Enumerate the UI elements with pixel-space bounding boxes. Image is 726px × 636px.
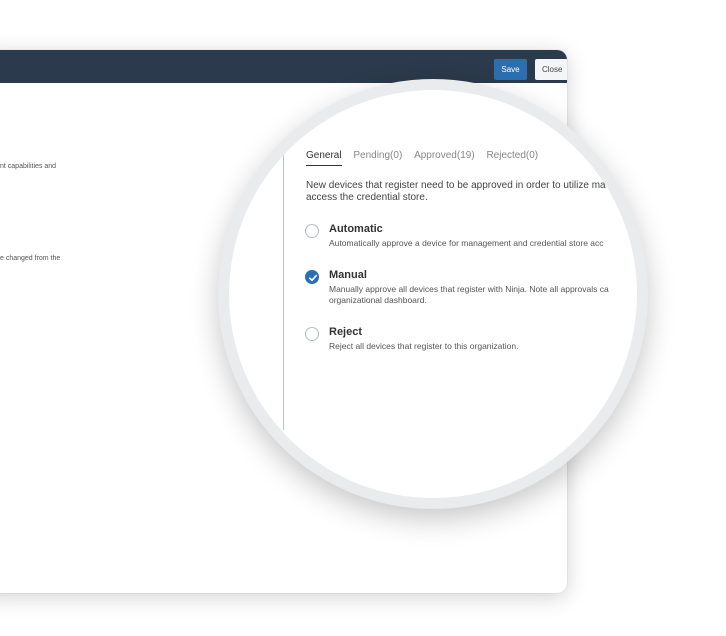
device-approval-panel: General Pending(0) Approved(19) Rejected… <box>229 90 637 498</box>
automatic-radio[interactable] <box>305 224 319 238</box>
option-description-line: Reject all devices that register to this… <box>329 341 519 351</box>
screenshot-stage: Save Close nt capabilities and e changed… <box>0 0 726 636</box>
option-description: Automatically approve a device for manag… <box>329 238 604 249</box>
magnifier-lens: General Pending(0) Approved(19) Rejected… <box>229 90 637 498</box>
manual-radio[interactable] <box>305 270 319 284</box>
option-title: Manual <box>329 269 367 281</box>
option-description-line: Manually approve all devices that regist… <box>329 284 609 294</box>
option-description: Manually approve all devices that regist… <box>329 284 609 306</box>
option-description-line: organizational dashboard. <box>329 295 427 305</box>
reject-radio[interactable] <box>305 327 319 341</box>
option-title: Automatic <box>329 223 383 235</box>
intro-line-2: access the credential store. <box>306 192 428 203</box>
check-icon <box>309 274 318 282</box>
tab-approved[interactable]: Approved(19) <box>414 150 475 165</box>
tab-bar: General Pending(0) Approved(19) Rejected… <box>306 150 547 166</box>
tab-rejected[interactable]: Rejected(0) <box>486 150 538 165</box>
window-header: Save Close <box>0 50 567 83</box>
background-text-1: nt capabilities and <box>0 163 57 170</box>
close-button[interactable]: Close <box>535 59 567 80</box>
intro-text: New devices that register need to be app… <box>306 180 636 204</box>
vertical-divider <box>283 120 284 430</box>
magnifier-ring: General Pending(0) Approved(19) Rejected… <box>218 79 648 509</box>
option-description: Reject all devices that register to this… <box>329 341 518 352</box>
intro-line-1: New devices that register need to be app… <box>306 180 606 191</box>
option-description-line: Automatically approve a device for manag… <box>329 238 604 248</box>
tab-pending[interactable]: Pending(0) <box>353 150 402 165</box>
save-button[interactable]: Save <box>494 59 527 80</box>
tab-general[interactable]: General <box>306 150 342 166</box>
background-text-2: e changed from the <box>0 255 61 262</box>
option-title: Reject <box>329 326 363 338</box>
